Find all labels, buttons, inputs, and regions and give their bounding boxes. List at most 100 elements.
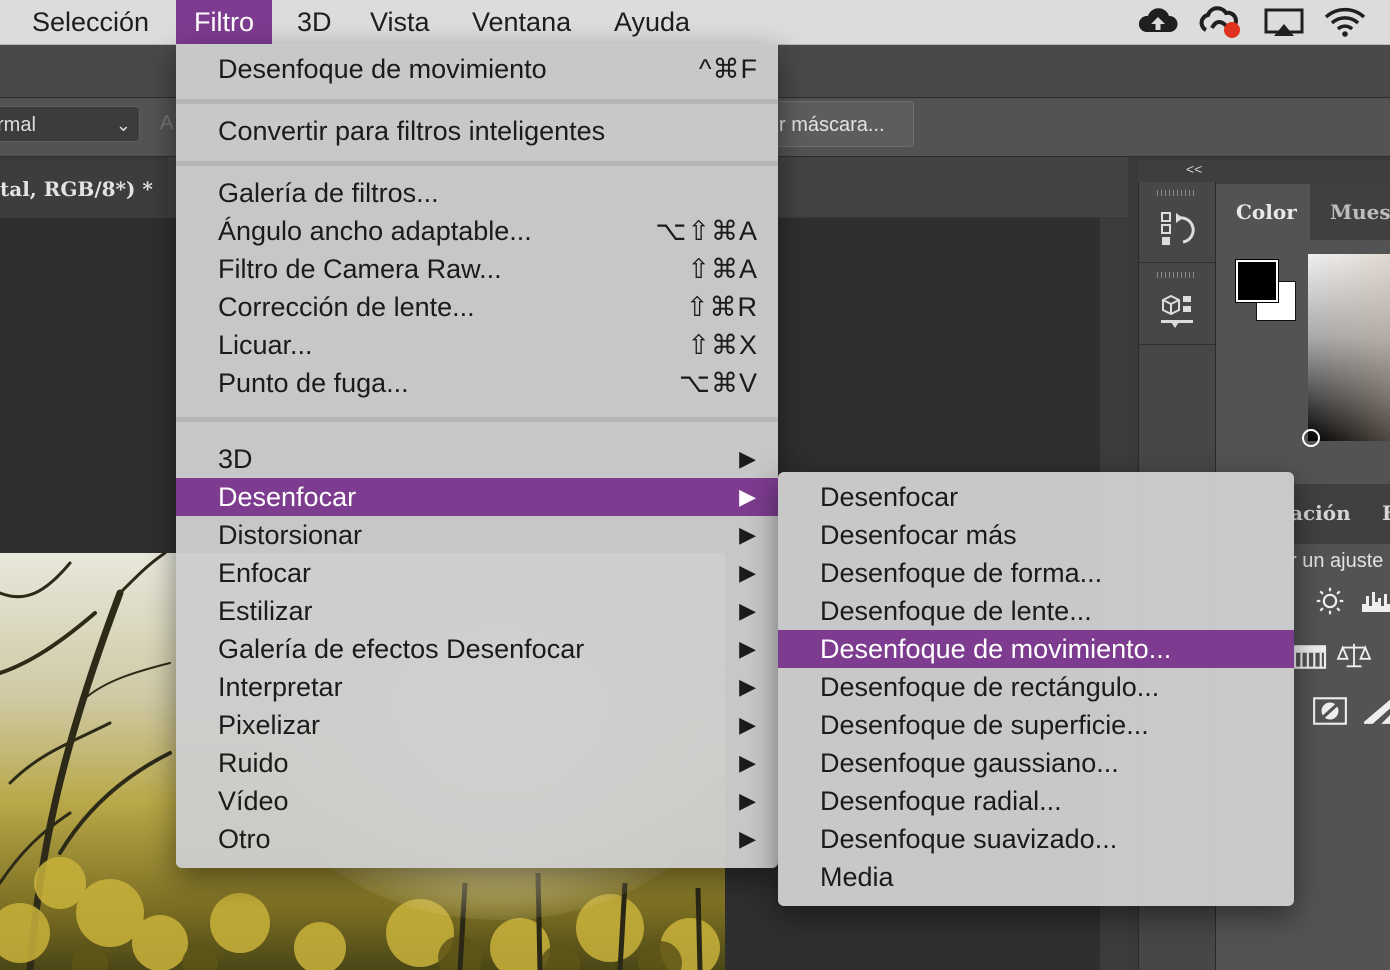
levels-icon[interactable]: [1358, 586, 1390, 616]
submenu-arrow-icon: ▶: [739, 674, 756, 699]
menu-item-distorsionar[interactable]: Distorsionar ▶: [176, 516, 778, 554]
menu-item-estilizar[interactable]: Estilizar ▶: [176, 592, 778, 630]
submenu-item-radial-blur[interactable]: Desenfoque radial...: [778, 782, 1294, 820]
airplay-icon[interactable]: [1262, 4, 1306, 40]
menu-separator: [176, 161, 778, 166]
submenu-item-average[interactable]: Media: [778, 858, 1294, 896]
options-label: A: [160, 112, 174, 134]
cloud-upload-icon[interactable]: [1136, 4, 1180, 40]
tab-swatches[interactable]: Muest: [1310, 184, 1390, 240]
submenu-item-desenfocar-mas[interactable]: Desenfocar más: [778, 516, 1294, 554]
grip-handle[interactable]: [1157, 272, 1197, 278]
submenu-item-desenfocar[interactable]: Desenfocar: [778, 478, 1294, 516]
submenu-item-label: Desenfoque gaussiano...: [820, 748, 1119, 778]
blend-mode-select[interactable]: rmal ⌄: [0, 106, 140, 142]
color-picker-overlay: [1308, 254, 1390, 441]
menu-item-lens-correction[interactable]: Corrección de lente... ⇧⌘R: [176, 288, 778, 326]
balance-icon[interactable]: [1336, 640, 1372, 670]
menu-item-shortcut: ^⌘F: [698, 54, 758, 84]
menu-3d[interactable]: 3D: [279, 0, 350, 44]
submenu-arrow-icon: ▶: [739, 484, 756, 509]
menu-item-liquify[interactable]: Licuar... ⇧⌘X: [176, 326, 778, 364]
submenu-item-label: Desenfoque de movimiento...: [820, 634, 1172, 664]
exposure-icon[interactable]: [1292, 642, 1328, 672]
menu-item-label: Vídeo: [218, 786, 289, 816]
submenu-item-motion-blur[interactable]: Desenfoque de movimiento...: [778, 630, 1294, 668]
collapse-icon[interactable]: <<: [1186, 161, 1202, 177]
invert-icon[interactable]: [1312, 696, 1348, 726]
document-tab[interactable]: tal, RGB/8*) *: [0, 160, 168, 218]
menu-filtro[interactable]: Filtro: [176, 0, 272, 44]
menu-item-enfocar[interactable]: Enfocar ▶: [176, 554, 778, 592]
menu-ventana[interactable]: Ventana: [454, 0, 589, 44]
menu-item-label: Pixelizar: [218, 710, 321, 740]
blend-mode-value: rmal: [0, 114, 36, 136]
menu-item-shortcut: ⇧⌘R: [685, 292, 758, 322]
menu-item-pixelizar[interactable]: Pixelizar ▶: [176, 706, 778, 744]
menu-item-label: 3D: [218, 444, 253, 474]
foreground-color-swatch[interactable]: [1236, 260, 1278, 302]
menu-item-label: Punto de fuga...: [218, 368, 409, 398]
submenu-arrow-icon: ▶: [739, 750, 756, 775]
menu-item-vanishing-point[interactable]: Punto de fuga... ⌥⌘V: [176, 364, 778, 402]
history-icon[interactable]: [1159, 210, 1195, 250]
menu-item-convert-smart-filters[interactable]: Convertir para filtros inteligentes: [176, 112, 778, 150]
grip-handle[interactable]: [1157, 190, 1197, 196]
submenu-item-label: Desenfoque suavizado...: [820, 824, 1118, 854]
menu-item-ruido[interactable]: Ruido ▶: [176, 744, 778, 782]
gradient-map-icon[interactable]: [1360, 696, 1390, 726]
menu-item-label: Desenfocar: [218, 482, 357, 512]
menu-item-otro[interactable]: Otro ▶: [176, 820, 778, 858]
menu-item-camera-raw[interactable]: Filtro de Camera Raw... ⇧⌘A: [176, 250, 778, 288]
menu-item-label: Ruido: [218, 748, 289, 778]
submenu-item-label: Media: [820, 862, 894, 892]
menu-item-video[interactable]: Vídeo ▶: [176, 782, 778, 820]
submenu-item-smart-blur[interactable]: Desenfoque suavizado...: [778, 820, 1294, 858]
submenu-item-label: Desenfoque de rectángulo...: [820, 672, 1160, 702]
tab-color[interactable]: Color: [1216, 184, 1317, 240]
brightness-icon[interactable]: [1312, 586, 1348, 616]
menu-item-label: Galería de filtros...: [218, 178, 439, 208]
3d-properties-icon[interactable]: [1159, 292, 1195, 332]
menu-separator: [176, 417, 778, 422]
menu-item-interpretar[interactable]: Interpretar ▶: [176, 668, 778, 706]
menu-item-label: Licuar...: [218, 330, 313, 360]
submenu-item-label: Desenfoque de superficie...: [820, 710, 1149, 740]
menu-item-shortcut: ⌥⌘V: [678, 368, 758, 398]
menu-ayuda[interactable]: Ayuda: [596, 0, 708, 44]
menu-item-label: Galería de efectos Desenfocar: [218, 634, 585, 664]
submenu-item-box-blur[interactable]: Desenfoque de rectángulo...: [778, 668, 1294, 706]
tab-styles[interactable]: E: [1382, 484, 1390, 542]
menu-item-blur-gallery[interactable]: Galería de efectos Desenfocar ▶: [176, 630, 778, 668]
menu-seleccion[interactable]: Selección: [14, 0, 167, 44]
tab-adjustments[interactable]: ación: [1290, 484, 1351, 542]
menu-item-3d[interactable]: 3D ▶: [176, 440, 778, 478]
submenu-item-gaussian-blur[interactable]: Desenfoque gaussiano...: [778, 744, 1294, 782]
panel-collapse-strip[interactable]: <<: [1138, 160, 1390, 182]
photo-filter-icon[interactable]: [1382, 642, 1390, 672]
menu-item-filter-gallery[interactable]: Galería de filtros...: [176, 174, 778, 212]
submenu-arrow-icon: ▶: [739, 522, 756, 547]
menu-item-label: Distorsionar: [218, 520, 363, 550]
submenu-item-surface-blur[interactable]: Desenfoque de superficie...: [778, 706, 1294, 744]
submenu-item-shape-blur[interactable]: Desenfoque de forma...: [778, 554, 1294, 592]
submenu-item-label: Desenfoque de lente...: [820, 596, 1092, 626]
submenu-item-lens-blur[interactable]: Desenfoque de lente...: [778, 592, 1294, 630]
menu-item-label: Interpretar: [218, 672, 343, 702]
menu-item-adaptive-wide-angle[interactable]: Ángulo ancho adaptable... ⌥⇧⌘A: [176, 212, 778, 250]
menu-item-label: Corrección de lente...: [218, 292, 475, 322]
creative-cloud-icon[interactable]: [1198, 4, 1246, 40]
menu-item-desenfocar[interactable]: Desenfocar ▶: [176, 478, 778, 516]
chevron-down-icon: ⌄: [115, 115, 131, 135]
submenu-arrow-icon: ▶: [739, 788, 756, 813]
menu-item-last-filter[interactable]: Desenfoque de movimiento ^⌘F: [176, 50, 778, 88]
color-picker-cursor[interactable]: [1302, 429, 1320, 447]
menu-item-label: Ángulo ancho adaptable...: [218, 216, 532, 246]
wifi-icon[interactable]: [1322, 4, 1368, 40]
history-dock-cell[interactable]: [1139, 182, 1215, 263]
mask-button[interactable]: r máscara...: [760, 101, 914, 147]
submenu-item-label: Desenfoque radial...: [820, 786, 1062, 816]
menu-item-label: Filtro de Camera Raw...: [218, 254, 502, 284]
menu-vista[interactable]: Vista: [352, 0, 448, 44]
properties-dock-cell[interactable]: [1139, 264, 1215, 345]
